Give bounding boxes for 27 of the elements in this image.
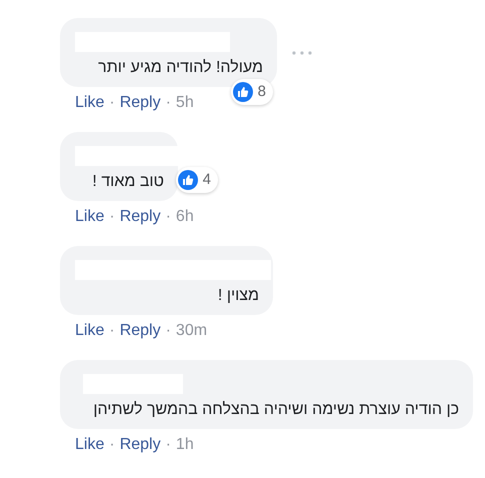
thumbs-up-icon: [178, 170, 198, 190]
separator-dot: ·: [109, 207, 115, 227]
separator-dot: ·: [166, 207, 171, 227]
like-link[interactable]: Like: [75, 321, 104, 341]
separator-dot: ·: [166, 435, 171, 455]
reaction-badge[interactable]: 4: [176, 166, 218, 193]
comment-text: כן הודיה עוצרת נשימה ושיהיה בהצלחה בהמשך לשתיהן: [92, 400, 460, 420]
reaction-badge[interactable]: 8: [230, 78, 273, 105]
like-link[interactable]: Like: [75, 93, 104, 113]
comment-text: טוב מאוד !: [91, 172, 165, 192]
reply-link[interactable]: Reply: [120, 93, 161, 113]
reply-link[interactable]: Reply: [120, 435, 161, 455]
more-options-icon[interactable]: [292, 50, 312, 54]
separator-dot: ·: [166, 93, 171, 113]
separator-dot: ·: [109, 321, 115, 341]
like-link[interactable]: Like: [75, 435, 104, 455]
comment-text: מצוין !: [216, 286, 260, 306]
separator-dot: ·: [166, 321, 171, 341]
thumbs-up-icon: [232, 82, 253, 102]
reaction-count: 4: [202, 170, 211, 190]
comment-text: מעולה! להודיה מגיע יותר: [97, 58, 264, 78]
separator-dot: ·: [109, 93, 115, 113]
reply-link[interactable]: Reply: [120, 207, 161, 227]
reaction-count: 8: [258, 82, 266, 102]
like-link[interactable]: Like: [75, 207, 104, 227]
reply-link[interactable]: Reply: [120, 321, 161, 341]
separator-dot: ·: [109, 435, 115, 455]
